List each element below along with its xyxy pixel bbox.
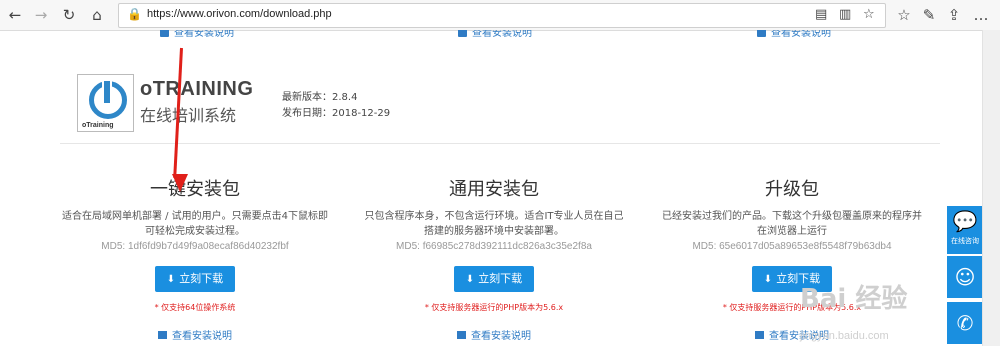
watermark-url: jingyan.baidu.com xyxy=(800,330,889,342)
install-guide-link[interactable]: 查看安装说明 xyxy=(344,327,644,342)
package-md5: MD5: 65e6017d05a89653e8f5548f79b63db4 xyxy=(692,241,892,252)
download-icon: ⬇ xyxy=(763,274,773,285)
book-icon xyxy=(457,331,466,339)
online-chat-button[interactable]: 💬 在线咨询 xyxy=(947,206,983,254)
install-guide-link[interactable]: 查看安装说明 xyxy=(642,327,942,342)
reader-view-icon[interactable]: ▤ xyxy=(815,7,827,22)
home-icon[interactable]: ⌂ xyxy=(88,6,106,24)
more-icon[interactable]: … xyxy=(972,6,990,24)
download-icon: ⬇ xyxy=(465,274,475,285)
package-generic: 通用安装包 只包含程序本身，不包含运行环境。适合IT专业人员在自己搭建的服务器环… xyxy=(344,147,644,342)
qq-icon: ☺ xyxy=(954,265,976,289)
book-icon xyxy=(160,30,169,37)
package-md5: MD5: f66985c278d392111dc826a3c35e2f8a xyxy=(396,241,592,252)
install-guide-link-top-1[interactable]: 查看安装说明 xyxy=(160,30,234,39)
book-icon xyxy=(757,30,766,37)
chat-bubble-icon: 💬 xyxy=(952,209,978,233)
scrollbar[interactable] xyxy=(982,30,1000,346)
install-guide-link-top-3[interactable]: 查看安装说明 xyxy=(757,30,831,39)
reading-list-icon[interactable]: ▥ xyxy=(839,7,851,22)
package-note: * 仅支持服务器运行的PHP版本为5.6.x xyxy=(424,303,564,312)
back-icon[interactable]: ← xyxy=(6,6,24,24)
download-button[interactable]: ⬇ 立刻下载 xyxy=(454,266,534,292)
book-icon xyxy=(458,30,467,37)
lock-icon: 🔒 xyxy=(127,7,142,21)
package-one-click: 一键安装包 适合在局域网单机部署 / 试用的用户。只需要点击4下鼠标即可轻松完成… xyxy=(45,147,345,342)
package-description: 适合在局域网单机部署 / 试用的用户。只需要点击4下鼠标即可轻松完成安装过程。 xyxy=(61,211,329,237)
address-bar[interactable]: 🔒 https://www.orivon.com/download.php ▤ … xyxy=(118,3,886,28)
book-icon xyxy=(755,331,764,339)
package-md5: MD5: 1df6fd9b7d49f9a08ecaf86d40232fbf xyxy=(101,241,289,252)
product-logo: oTraining xyxy=(77,74,134,132)
package-title: 升级包 xyxy=(765,179,819,200)
download-button[interactable]: ⬇ 立刻下载 xyxy=(155,266,235,292)
book-icon xyxy=(158,331,167,339)
watermark-logo: Bai 经验 xyxy=(800,284,908,314)
brand-subtitle: 在线培训系统 xyxy=(140,106,237,125)
refresh-icon[interactable]: ↻ xyxy=(60,6,78,24)
divider xyxy=(60,143,940,144)
brand-name: oTRAINING xyxy=(140,78,254,100)
package-note: * 仅支持64位操作系统 xyxy=(154,303,236,312)
browser-toolbar: ← → ↻ ⌂ 🔒 https://www.orivon.com/downloa… xyxy=(0,0,1000,31)
release-date-line: 发布日期：2018-12-29 xyxy=(282,108,391,119)
download-page: 查看安装说明 查看安装说明 查看安装说明 oTraining oTRAINING… xyxy=(0,30,970,346)
share-icon[interactable]: ⇪ xyxy=(945,6,963,24)
package-title: 一键安装包 xyxy=(150,179,240,200)
notes-icon[interactable]: ✎ xyxy=(920,6,938,24)
phone-icon: ✆ xyxy=(956,311,974,335)
qq-button[interactable]: ☺ xyxy=(947,256,983,298)
package-description: 只包含程序本身，不包含运行环境。适合IT专业人员在自己搭建的服务器环境中安装部署… xyxy=(364,211,624,237)
version-line: 最新版本：2.8.4 xyxy=(282,92,358,103)
download-icon: ⬇ xyxy=(166,274,176,285)
url-text[interactable]: https://www.orivon.com/download.php xyxy=(147,8,332,20)
favorite-star-icon[interactable]: ☆ xyxy=(863,7,875,22)
phone-button[interactable]: ✆ xyxy=(947,302,983,344)
package-description: 已经安装过我们的产品。下载这个升级包覆盖原来的程序并在浏览器上运行 xyxy=(662,211,922,237)
favorites-icon[interactable]: ☆ xyxy=(895,6,913,24)
install-guide-link-top-2[interactable]: 查看安装说明 xyxy=(458,30,532,39)
forward-icon[interactable]: → xyxy=(32,6,50,24)
package-title: 通用安装包 xyxy=(449,179,539,200)
annotation-arrow-head xyxy=(172,174,188,192)
install-guide-link[interactable]: 查看安装说明 xyxy=(45,327,345,342)
